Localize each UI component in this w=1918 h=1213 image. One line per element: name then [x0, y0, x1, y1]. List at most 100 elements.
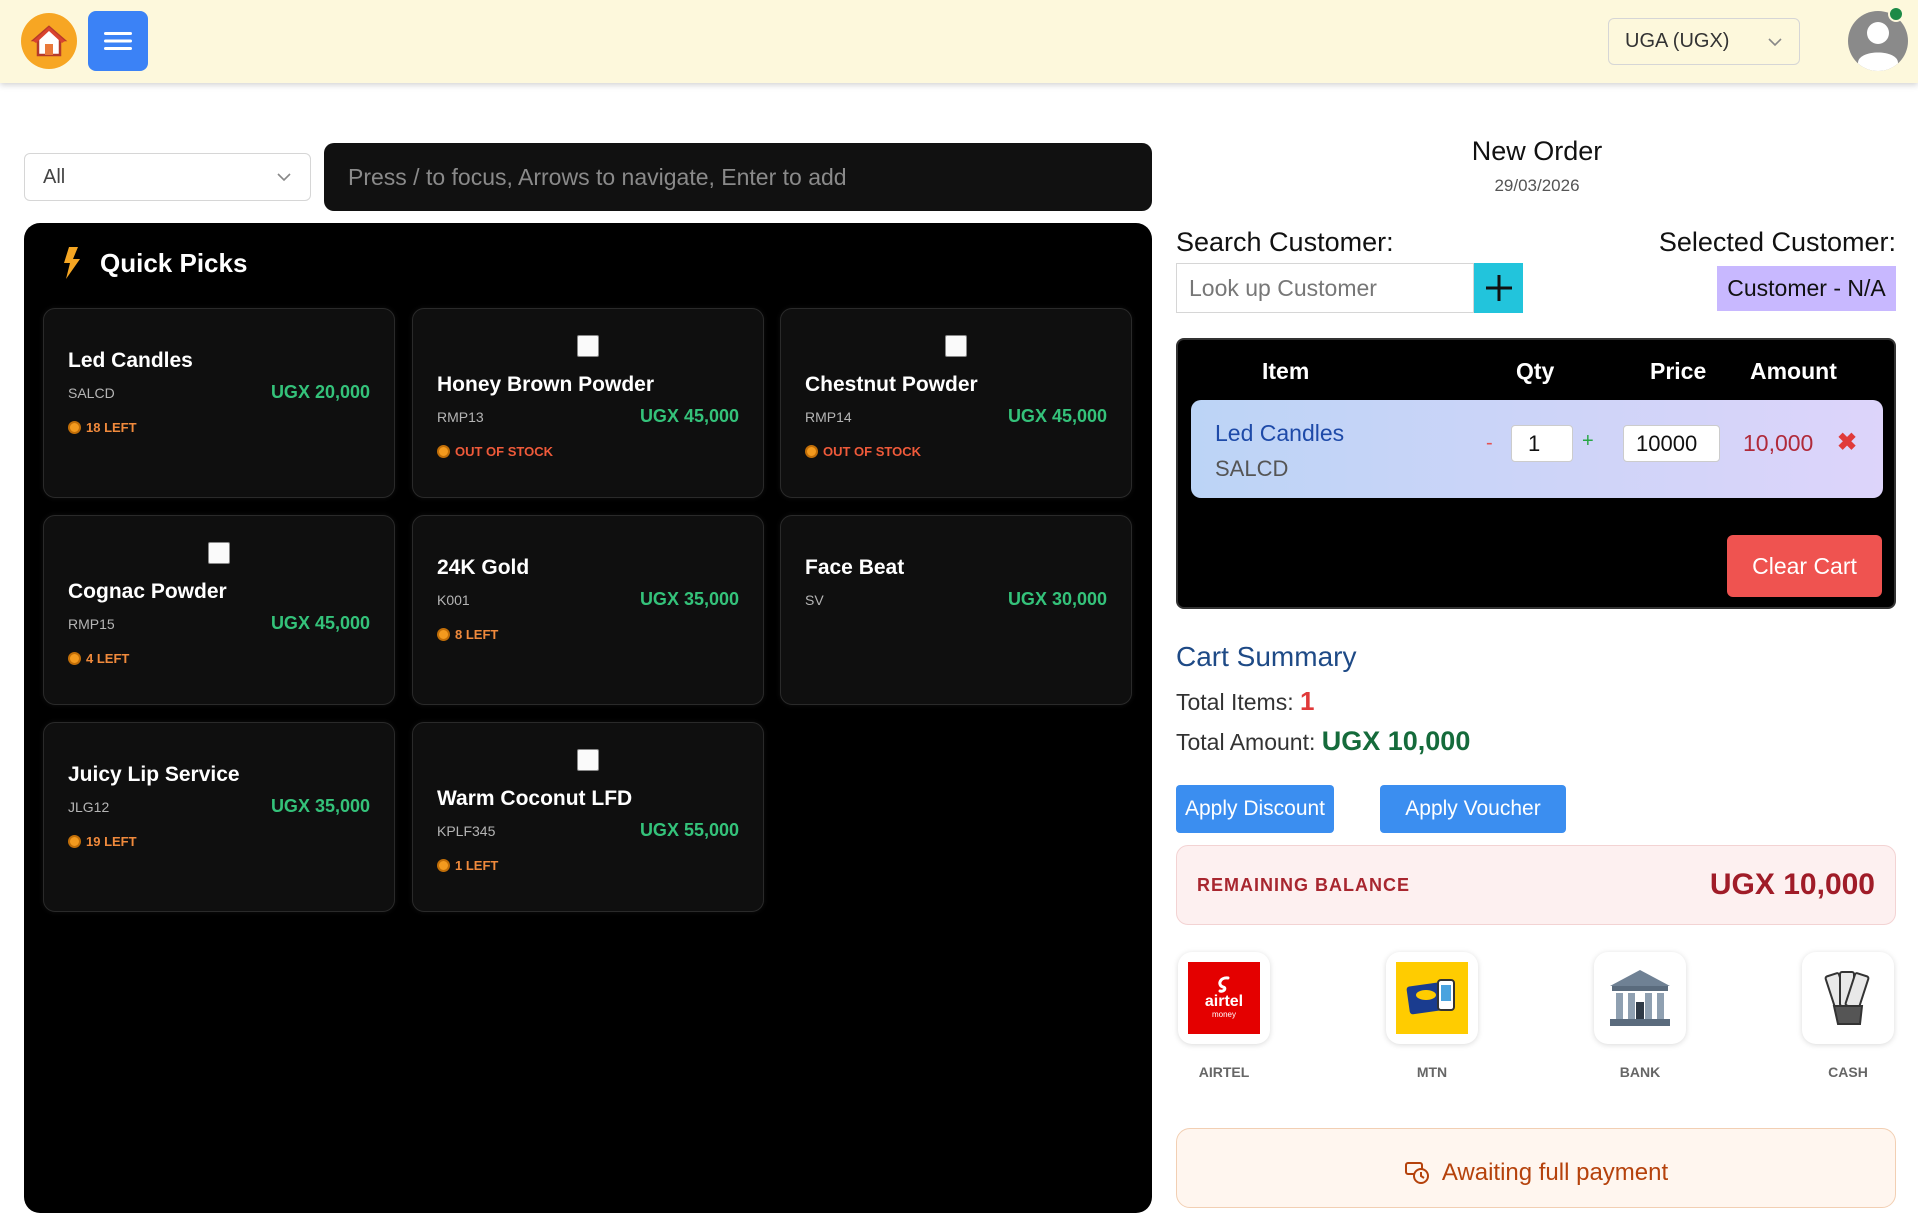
stock-badge: 18 LEFT	[68, 420, 137, 435]
payment-bank-label: BANK	[1619, 1064, 1661, 1080]
price-input[interactable]	[1623, 425, 1720, 462]
product-name: Led Candles	[68, 349, 193, 372]
airtel-logo-sub: money	[1211, 1010, 1236, 1019]
category-value: All	[43, 165, 66, 188]
chevron-down-icon	[1768, 37, 1782, 46]
airtel-logo-text: airtel	[1204, 993, 1244, 1010]
cart-row-code: SALCD	[1215, 456, 1289, 481]
product-search-bar	[324, 143, 1152, 211]
payment-status-text: Awaiting full payment	[1441, 1159, 1669, 1186]
payment-airtel-label: AIRTEL	[1198, 1064, 1250, 1080]
qty-input[interactable]	[1511, 425, 1573, 462]
apply-voucher-button[interactable]: Apply Voucher	[1380, 785, 1566, 833]
cart-summary-title: Cart Summary	[1176, 641, 1357, 672]
product-code: KPLF345	[437, 823, 496, 839]
product-price: UGX 45,000	[639, 406, 739, 426]
product-code: K001	[437, 592, 470, 608]
home-button[interactable]	[21, 13, 77, 69]
coin-icon	[68, 421, 81, 434]
clear-cart-button[interactable]: Clear Cart	[1727, 535, 1882, 597]
product-code: SALCD	[68, 385, 115, 401]
stock-text: OUT OF STOCK	[823, 444, 921, 459]
product-name: Honey Brown Powder	[437, 373, 655, 396]
selected-customer-badge: Customer - N/A	[1717, 266, 1896, 311]
payment-status-box: Awaiting full payment	[1176, 1128, 1896, 1208]
quick-picks-title: Quick Picks	[100, 247, 248, 278]
airtel-tile: airtel money	[1178, 952, 1270, 1044]
product-card[interactable]: Chestnut Powder RMP14 UGX 45,000 OUT OF ST…	[780, 308, 1132, 498]
airtel-money-icon: airtel money	[1188, 962, 1260, 1034]
product-price: UGX 45,000	[1007, 406, 1107, 426]
qty-increase-button[interactable]: +	[1582, 430, 1594, 453]
payment-bank[interactable]: BANK	[1594, 952, 1686, 1080]
remaining-balance-value: UGX 10,000	[1709, 868, 1875, 901]
product-name: Cognac Powder	[68, 580, 227, 603]
product-price: UGX 35,000	[270, 796, 370, 816]
total-amount-label: Total Amount:	[1176, 729, 1316, 755]
menu-button[interactable]	[88, 11, 148, 71]
remaining-balance-box: REMAINING BALANCE UGX 10,000	[1176, 845, 1896, 925]
product-card[interactable]: Cognac Powder RMP15 UGX 45,000 4 LEFT	[43, 515, 395, 705]
payment-airtel[interactable]: airtel money AIRTEL	[1178, 952, 1270, 1080]
coin-icon	[437, 628, 450, 641]
payment-cash[interactable]: CASH	[1802, 952, 1894, 1080]
cart-header-amount: Amount	[1750, 358, 1837, 384]
stock-text: 1 LEFT	[455, 858, 499, 873]
hamburger-menu-icon	[104, 32, 132, 50]
cart-header-qty: Qty	[1516, 358, 1555, 384]
order-title: New Order	[1471, 136, 1603, 166]
product-card[interactable]: Face Beat SV UGX 30,000	[780, 515, 1132, 705]
currency-select[interactable]: UGA (UGX)	[1608, 18, 1800, 65]
stock-badge: 1 LEFT	[437, 858, 498, 873]
box-icon	[805, 445, 818, 458]
stock-text: 4 LEFT	[86, 651, 130, 666]
apply-discount-button[interactable]: Apply Discount	[1176, 785, 1334, 833]
product-card[interactable]: Warm Coconut LFD KPLF345 UGX 55,000 1 LEFT	[412, 722, 764, 912]
stock-badge: OUT OF STOCK	[805, 444, 921, 459]
product-code: RMP15	[68, 616, 115, 632]
top-bar: UGA (UGX)	[0, 0, 1918, 83]
product-search-input[interactable]	[348, 163, 1128, 191]
product-code: JLG12	[68, 799, 110, 815]
customer-search-input[interactable]	[1176, 263, 1474, 313]
stock-badge: OUT OF STOCK	[437, 444, 553, 459]
coin-icon	[437, 859, 450, 872]
stock-badge: 8 LEFT	[437, 627, 498, 642]
lightning-icon	[64, 247, 80, 279]
product-name: Face Beat	[805, 556, 905, 579]
selected-customer-label: Selected Customer:	[1658, 227, 1896, 257]
remove-item-button[interactable]: ✖	[1837, 428, 1857, 457]
total-items-value: 1	[1300, 686, 1315, 716]
airtel-swirl-icon	[1218, 976, 1230, 993]
coin-icon	[68, 652, 81, 665]
product-card[interactable]: Juicy Lip Service JLG12 UGX 35,000 19 LEFT	[43, 722, 395, 912]
qty-decrease-button[interactable]: -	[1486, 432, 1493, 455]
product-price: UGX 45,000	[270, 613, 370, 633]
product-card[interactable]: Honey Brown Powder RMP13 UGX 45,000 OUT OF…	[412, 308, 764, 498]
product-image-placeholder	[577, 749, 599, 771]
stock-badge: 4 LEFT	[68, 651, 129, 666]
online-status-dot	[1888, 6, 1904, 22]
product-image-placeholder	[945, 335, 967, 357]
coin-icon	[68, 835, 81, 848]
home-icon	[30, 25, 68, 57]
search-customer-label: Search Customer:	[1176, 227, 1394, 257]
mtn-card-graphic	[1406, 979, 1455, 1015]
product-name: Warm Coconut LFD	[437, 787, 633, 810]
cart-header-item: Item	[1262, 358, 1310, 384]
cart-row-amount: 10,000	[1743, 430, 1814, 456]
add-customer-button[interactable]	[1474, 263, 1523, 313]
cash-tile	[1802, 952, 1894, 1044]
cash-icon	[1824, 971, 1870, 1025]
product-card[interactable]: Led Candles SALCD UGX 20,000 18 LEFT	[43, 308, 395, 498]
product-name: Juicy Lip Service	[68, 763, 240, 786]
payment-mtn[interactable]: MTN	[1386, 952, 1478, 1080]
quick-picks-header: Quick Picks	[62, 247, 247, 279]
payment-cash-label: CASH	[1828, 1064, 1868, 1080]
stock-badge: 19 LEFT	[68, 834, 137, 849]
stock-text: 8 LEFT	[455, 627, 499, 642]
bank-tile	[1594, 952, 1686, 1044]
category-select[interactable]: All	[24, 153, 311, 201]
mtn-tile	[1386, 952, 1478, 1044]
product-card[interactable]: 24K Gold K001 UGX 35,000 8 LEFT	[412, 515, 764, 705]
